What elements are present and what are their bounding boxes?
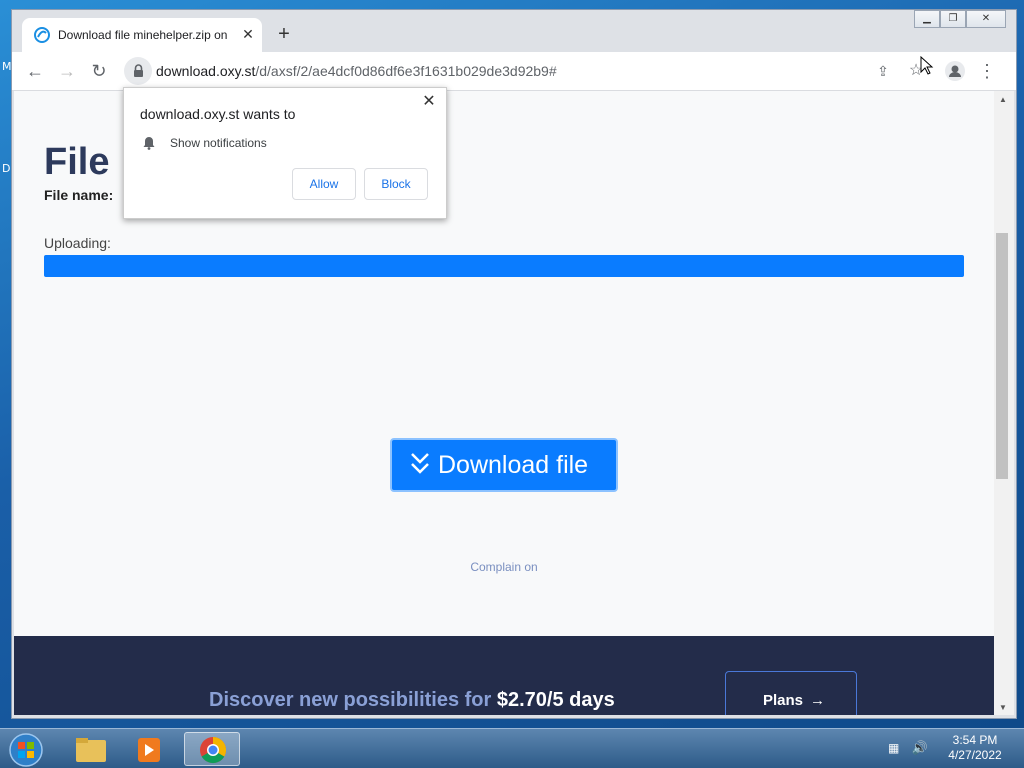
promo-text-main: Discover new possibilities for: [209, 689, 492, 711]
taskbar: ▦ 🔊 3:54 PM 4/27/2022: [0, 728, 1024, 768]
taskbar-clock[interactable]: 3:54 PM 4/27/2022: [940, 733, 1010, 763]
desktop-icon-label[interactable]: D: [2, 162, 10, 175]
start-button[interactable]: [6, 732, 46, 768]
upload-progress-bar: [44, 255, 964, 277]
menu-kebab-icon[interactable]: ⋮: [976, 60, 998, 82]
minimize-button[interactable]: ▁: [914, 10, 940, 28]
profile-avatar-icon[interactable]: [944, 60, 966, 82]
clock-time: 3:54 PM: [952, 733, 998, 747]
address-bar[interactable]: download.oxy.st/d/axsf/2/ae4dcf0d86df6e3…: [124, 57, 876, 85]
page-title: File: [44, 141, 110, 183]
maximize-button[interactable]: ❐: [940, 10, 966, 28]
plans-label: Plans: [763, 692, 804, 709]
popup-title: download.oxy.st wants to: [140, 106, 296, 122]
browser-toolbar: ← → ↻ download.oxy.st/d/axsf/2/ae4dcf0d8…: [12, 52, 1016, 91]
tab-download[interactable]: Download file minehelper.zip on ✕: [22, 18, 262, 52]
tab-strip: Download file minehelper.zip on ✕ + ▁ ❐ …: [12, 10, 1016, 52]
mouse-cursor-icon: [920, 56, 934, 75]
permission-label: Show notifications: [170, 136, 267, 150]
media-player-icon: [138, 738, 160, 762]
arrow-right-icon: →: [810, 692, 825, 709]
back-icon[interactable]: ←: [24, 60, 46, 82]
uploading-label: Uploading:: [44, 235, 111, 251]
reload-icon[interactable]: ↻: [88, 60, 110, 82]
url-host: download.oxy.st: [156, 63, 256, 79]
clock-date: 4/27/2022: [948, 748, 1002, 762]
scroll-up-icon[interactable]: ▲: [999, 95, 1007, 104]
url-path: /d/axsf/2/ae4dcf0d86df6e3f1631b029de3d92…: [255, 63, 557, 79]
promo-text: Discover new possibilities for $2.70/5 d…: [209, 689, 615, 712]
taskbar-chrome[interactable]: [184, 732, 240, 766]
plans-button[interactable]: Plans →: [725, 671, 857, 715]
bell-icon: [143, 137, 155, 150]
lock-icon[interactable]: [124, 57, 152, 85]
page-scrollbar[interactable]: ▲ ▼: [994, 91, 1014, 715]
close-window-button[interactable]: ✕: [966, 10, 1006, 28]
complain-link[interactable]: Complain on: [14, 560, 994, 574]
chevrons-down-icon: [411, 453, 429, 474]
share-icon[interactable]: ⇪: [872, 60, 894, 82]
windows-logo-icon: [9, 733, 43, 767]
taskbar-explorer[interactable]: [62, 732, 118, 766]
download-button-label: Download file: [438, 451, 589, 479]
popup-close-icon[interactable]: ✕: [420, 93, 438, 111]
promo-footer: Discover new possibilities for $2.70/5 d…: [14, 636, 994, 715]
scrollbar-thumb[interactable]: [996, 233, 1008, 479]
block-button[interactable]: Block: [364, 168, 428, 200]
site-favicon-icon: [34, 27, 50, 43]
file-name-label: File name:: [44, 187, 114, 203]
desktop-icon-label[interactable]: M: [2, 60, 12, 73]
folder-icon: [76, 738, 106, 762]
tab-close-icon[interactable]: ✕: [240, 26, 256, 42]
new-tab-icon[interactable]: +: [274, 24, 294, 45]
volume-icon[interactable]: 🔊: [912, 740, 928, 755]
tab-title: Download file minehelper.zip on: [58, 28, 228, 42]
url-text[interactable]: download.oxy.st/d/axsf/2/ae4dcf0d86df6e3…: [156, 63, 557, 79]
system-tray: ▦ 🔊: [888, 739, 928, 757]
allow-button[interactable]: Allow: [292, 168, 356, 200]
progress-fill: [44, 255, 964, 277]
download-file-button[interactable]: Download file: [390, 438, 618, 492]
chrome-icon: [200, 736, 227, 764]
scroll-down-icon[interactable]: ▼: [999, 703, 1007, 712]
taskbar-media-player[interactable]: [122, 732, 178, 766]
promo-price: $2.70/5 days: [496, 689, 615, 711]
notification-permission-popup: download.oxy.st wants to ✕ Show notifica…: [123, 87, 447, 219]
network-icon[interactable]: ▦: [888, 741, 899, 755]
forward-icon[interactable]: →: [56, 60, 78, 82]
